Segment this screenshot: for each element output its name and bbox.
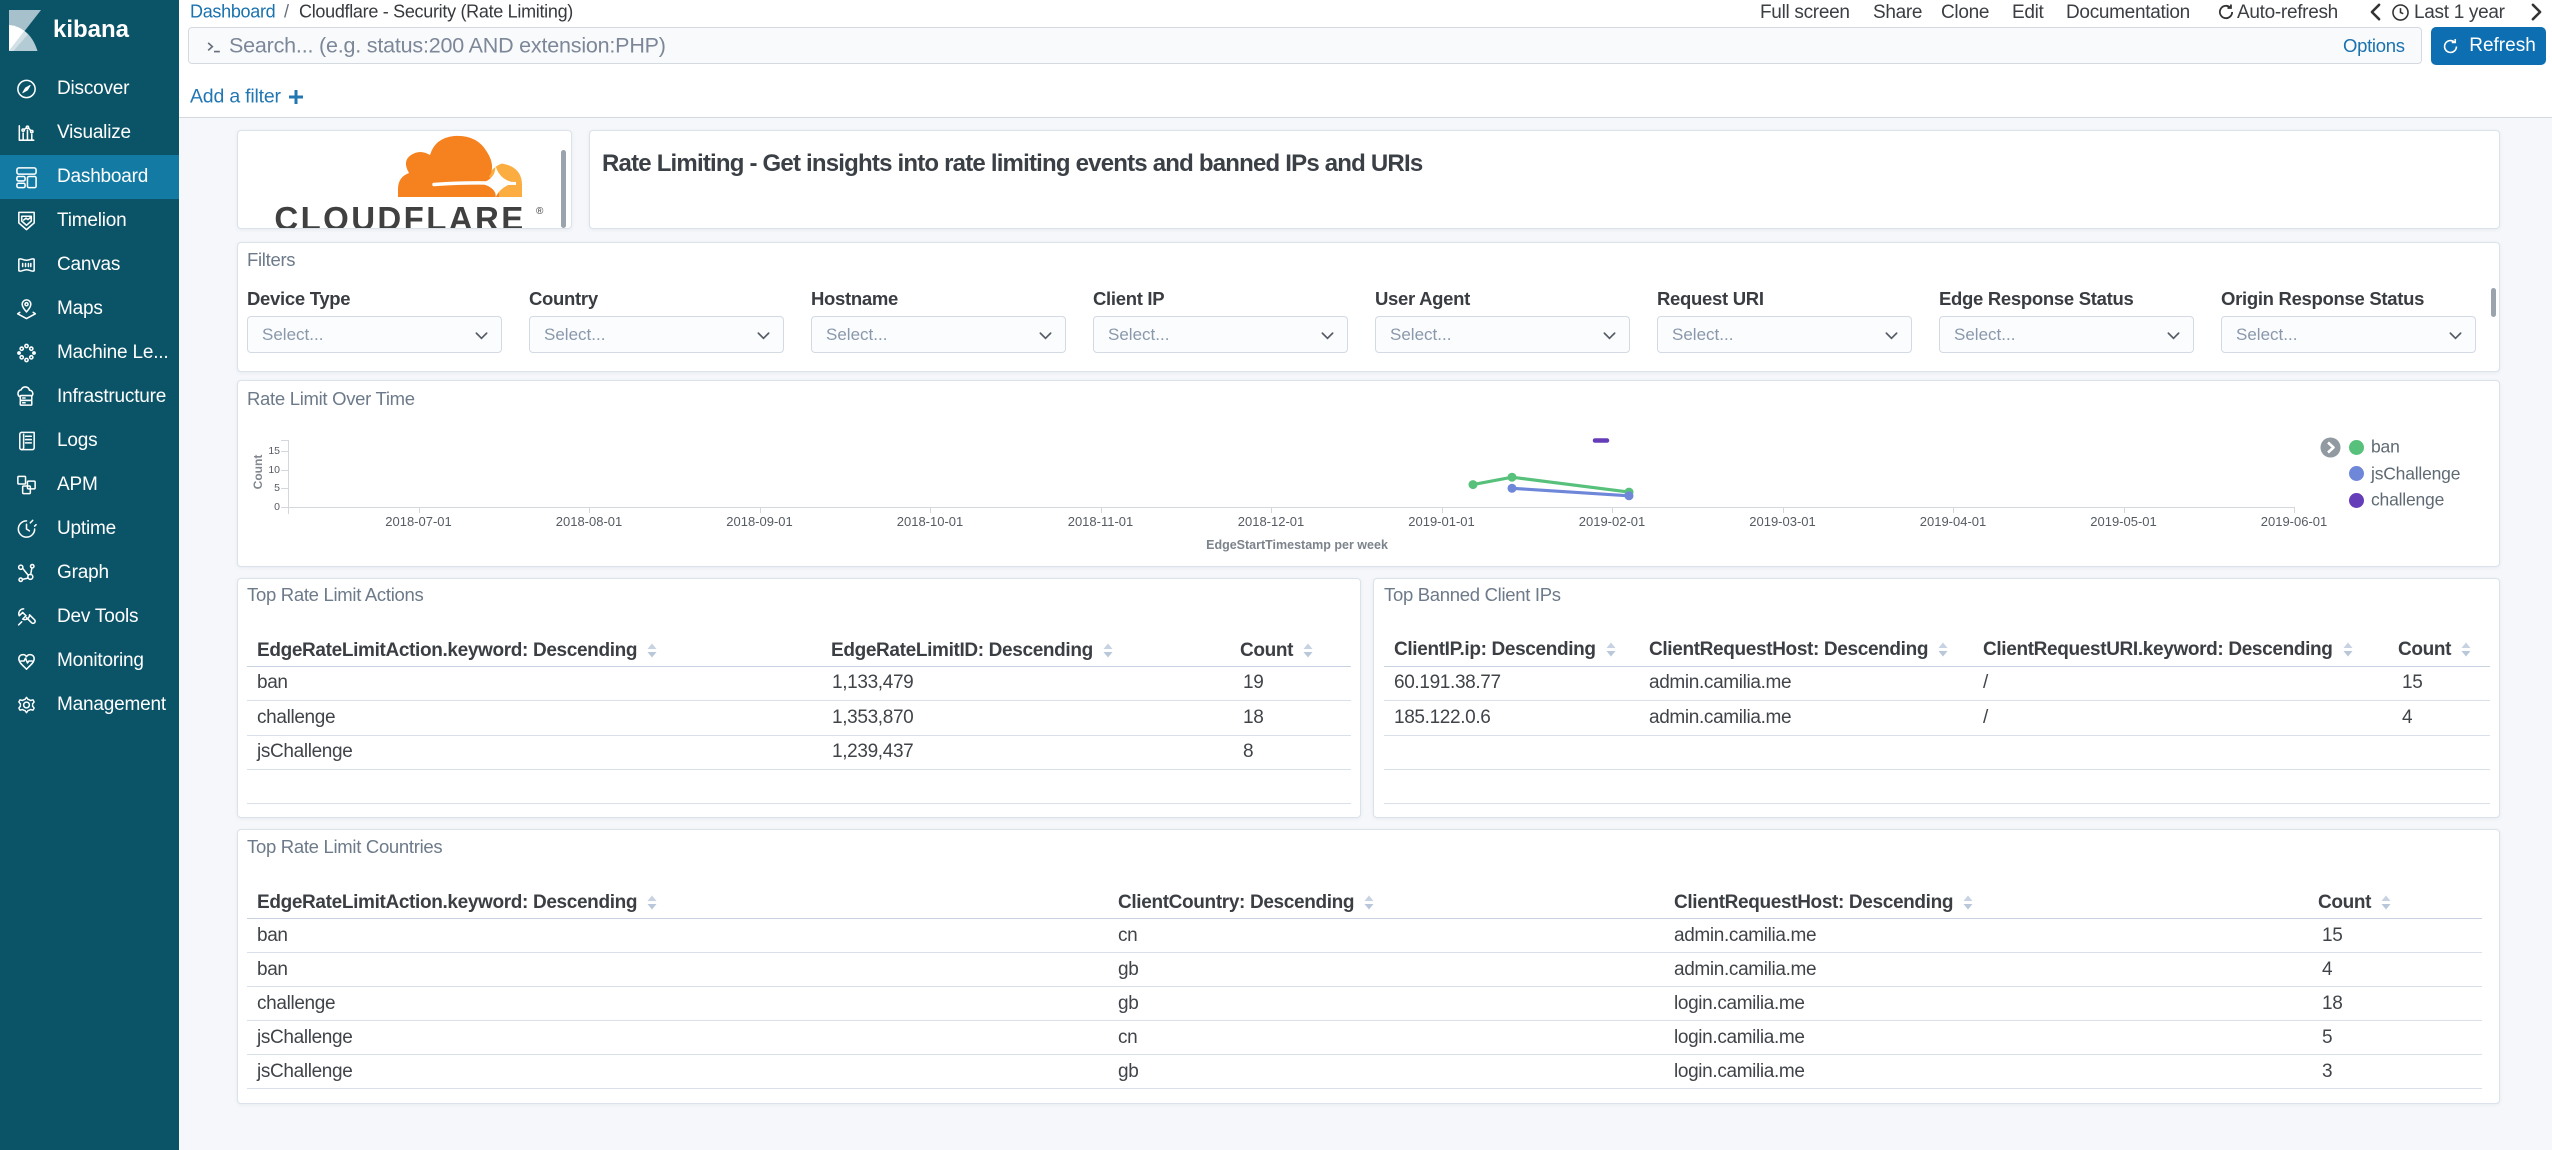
- svg-text:CLOUDFLARE: CLOUDFLARE: [274, 200, 525, 228]
- svg-text:®: ®: [536, 206, 544, 217]
